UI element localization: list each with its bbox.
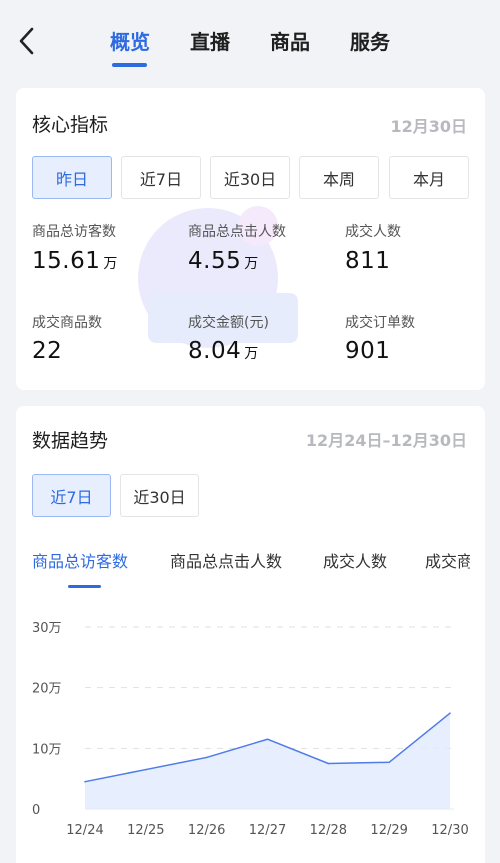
data-point — [205, 756, 208, 759]
tab-service[interactable]: 服务 — [350, 26, 390, 55]
data-point — [84, 780, 86, 783]
range-this-week-button[interactable]: 本周 — [299, 156, 379, 199]
metric-label: 商品总访客数 — [32, 224, 116, 240]
y-tick-label: 10万 — [32, 742, 62, 757]
x-tick-label: 12/30 — [431, 823, 468, 838]
trend-range-7days-button[interactable]: 近7日 — [32, 474, 111, 517]
data-trend-title: 数据趋势 — [32, 430, 109, 452]
range-7days-button[interactable]: 近7日 — [121, 156, 201, 199]
metric-label: 商品总点击人数 — [188, 224, 286, 240]
metric-label: 成交金额(元) — [188, 315, 269, 331]
x-tick-label: 12/25 — [127, 823, 164, 838]
tab-products[interactable]: 商品 — [270, 26, 310, 55]
data-point — [449, 712, 451, 714]
x-tick-label: 12/26 — [188, 823, 225, 838]
x-tick-label: 12/27 — [249, 823, 286, 838]
metric-value: 8.04 万 — [188, 338, 259, 364]
trend-range-30days-button[interactable]: 近30日 — [120, 474, 199, 517]
active-subtab-indicator — [68, 585, 101, 588]
data-point — [266, 738, 269, 741]
data-point — [388, 761, 390, 764]
metric-label: 成交商品数 — [32, 315, 102, 331]
core-metrics-card: 核心指标 12月30日 昨日 近7日 近30日 本周 本月 商品总访客数 15.… — [16, 88, 485, 390]
y-tick-label: 20万 — [32, 682, 62, 697]
active-tab-indicator — [112, 63, 147, 67]
metric-value: 4.55 万 — [188, 248, 259, 274]
data-trend-card: 数据趋势 12月24日–12月30日 近7日 近30日 商品总访客数 商品总点击… — [16, 406, 485, 863]
subtab-clicks[interactable]: 商品总点击人数 — [170, 548, 282, 572]
metric-label: 成交订单数 — [345, 315, 415, 331]
subtab-buyers[interactable]: 成交人数 — [323, 548, 387, 572]
core-metrics-title: 核心指标 — [32, 114, 109, 136]
metric-value: 15.61 万 — [32, 248, 118, 274]
tab-overview[interactable]: 概览 — [110, 26, 150, 55]
back-arrow-icon[interactable] — [14, 24, 42, 58]
metric-value: 901 — [345, 338, 391, 364]
x-tick-label: 12/29 — [370, 823, 407, 838]
range-this-month-button[interactable]: 本月 — [389, 156, 469, 199]
y-tick-label: 0 — [32, 803, 40, 818]
data-point — [327, 762, 330, 765]
x-tick-label: 12/28 — [310, 823, 347, 838]
subtab-items-sold[interactable]: 成交商品数 — [425, 548, 470, 572]
y-tick-label: 30万 — [32, 621, 62, 636]
metric-subtabs: 商品总访客数 商品总点击人数 成交人数 成交商品数 — [16, 536, 470, 576]
area-fill — [85, 713, 450, 809]
metric-label: 成交人数 — [345, 224, 401, 240]
x-tick-label: 12/24 — [66, 823, 103, 838]
trend-area-chart: 0 10万 20万 30万 12/24 12/25 12/26 12/27 12/28 12/29… — [32, 621, 469, 838]
top-navigation: 概览 直播 商品 服务 — [0, 0, 500, 82]
tab-live[interactable]: 直播 — [190, 26, 230, 55]
range-yesterday-button[interactable]: 昨日 — [32, 156, 112, 199]
subtab-visitors[interactable]: 商品总访客数 — [32, 548, 128, 572]
data-trend-date-range: 12月24日–12月30日 — [305, 431, 467, 450]
core-metrics-date: 12月30日 — [390, 117, 467, 136]
data-point — [145, 768, 147, 771]
metric-value: 811 — [345, 248, 391, 274]
metric-value: 22 — [32, 338, 63, 364]
range-30days-button[interactable]: 近30日 — [210, 156, 290, 199]
